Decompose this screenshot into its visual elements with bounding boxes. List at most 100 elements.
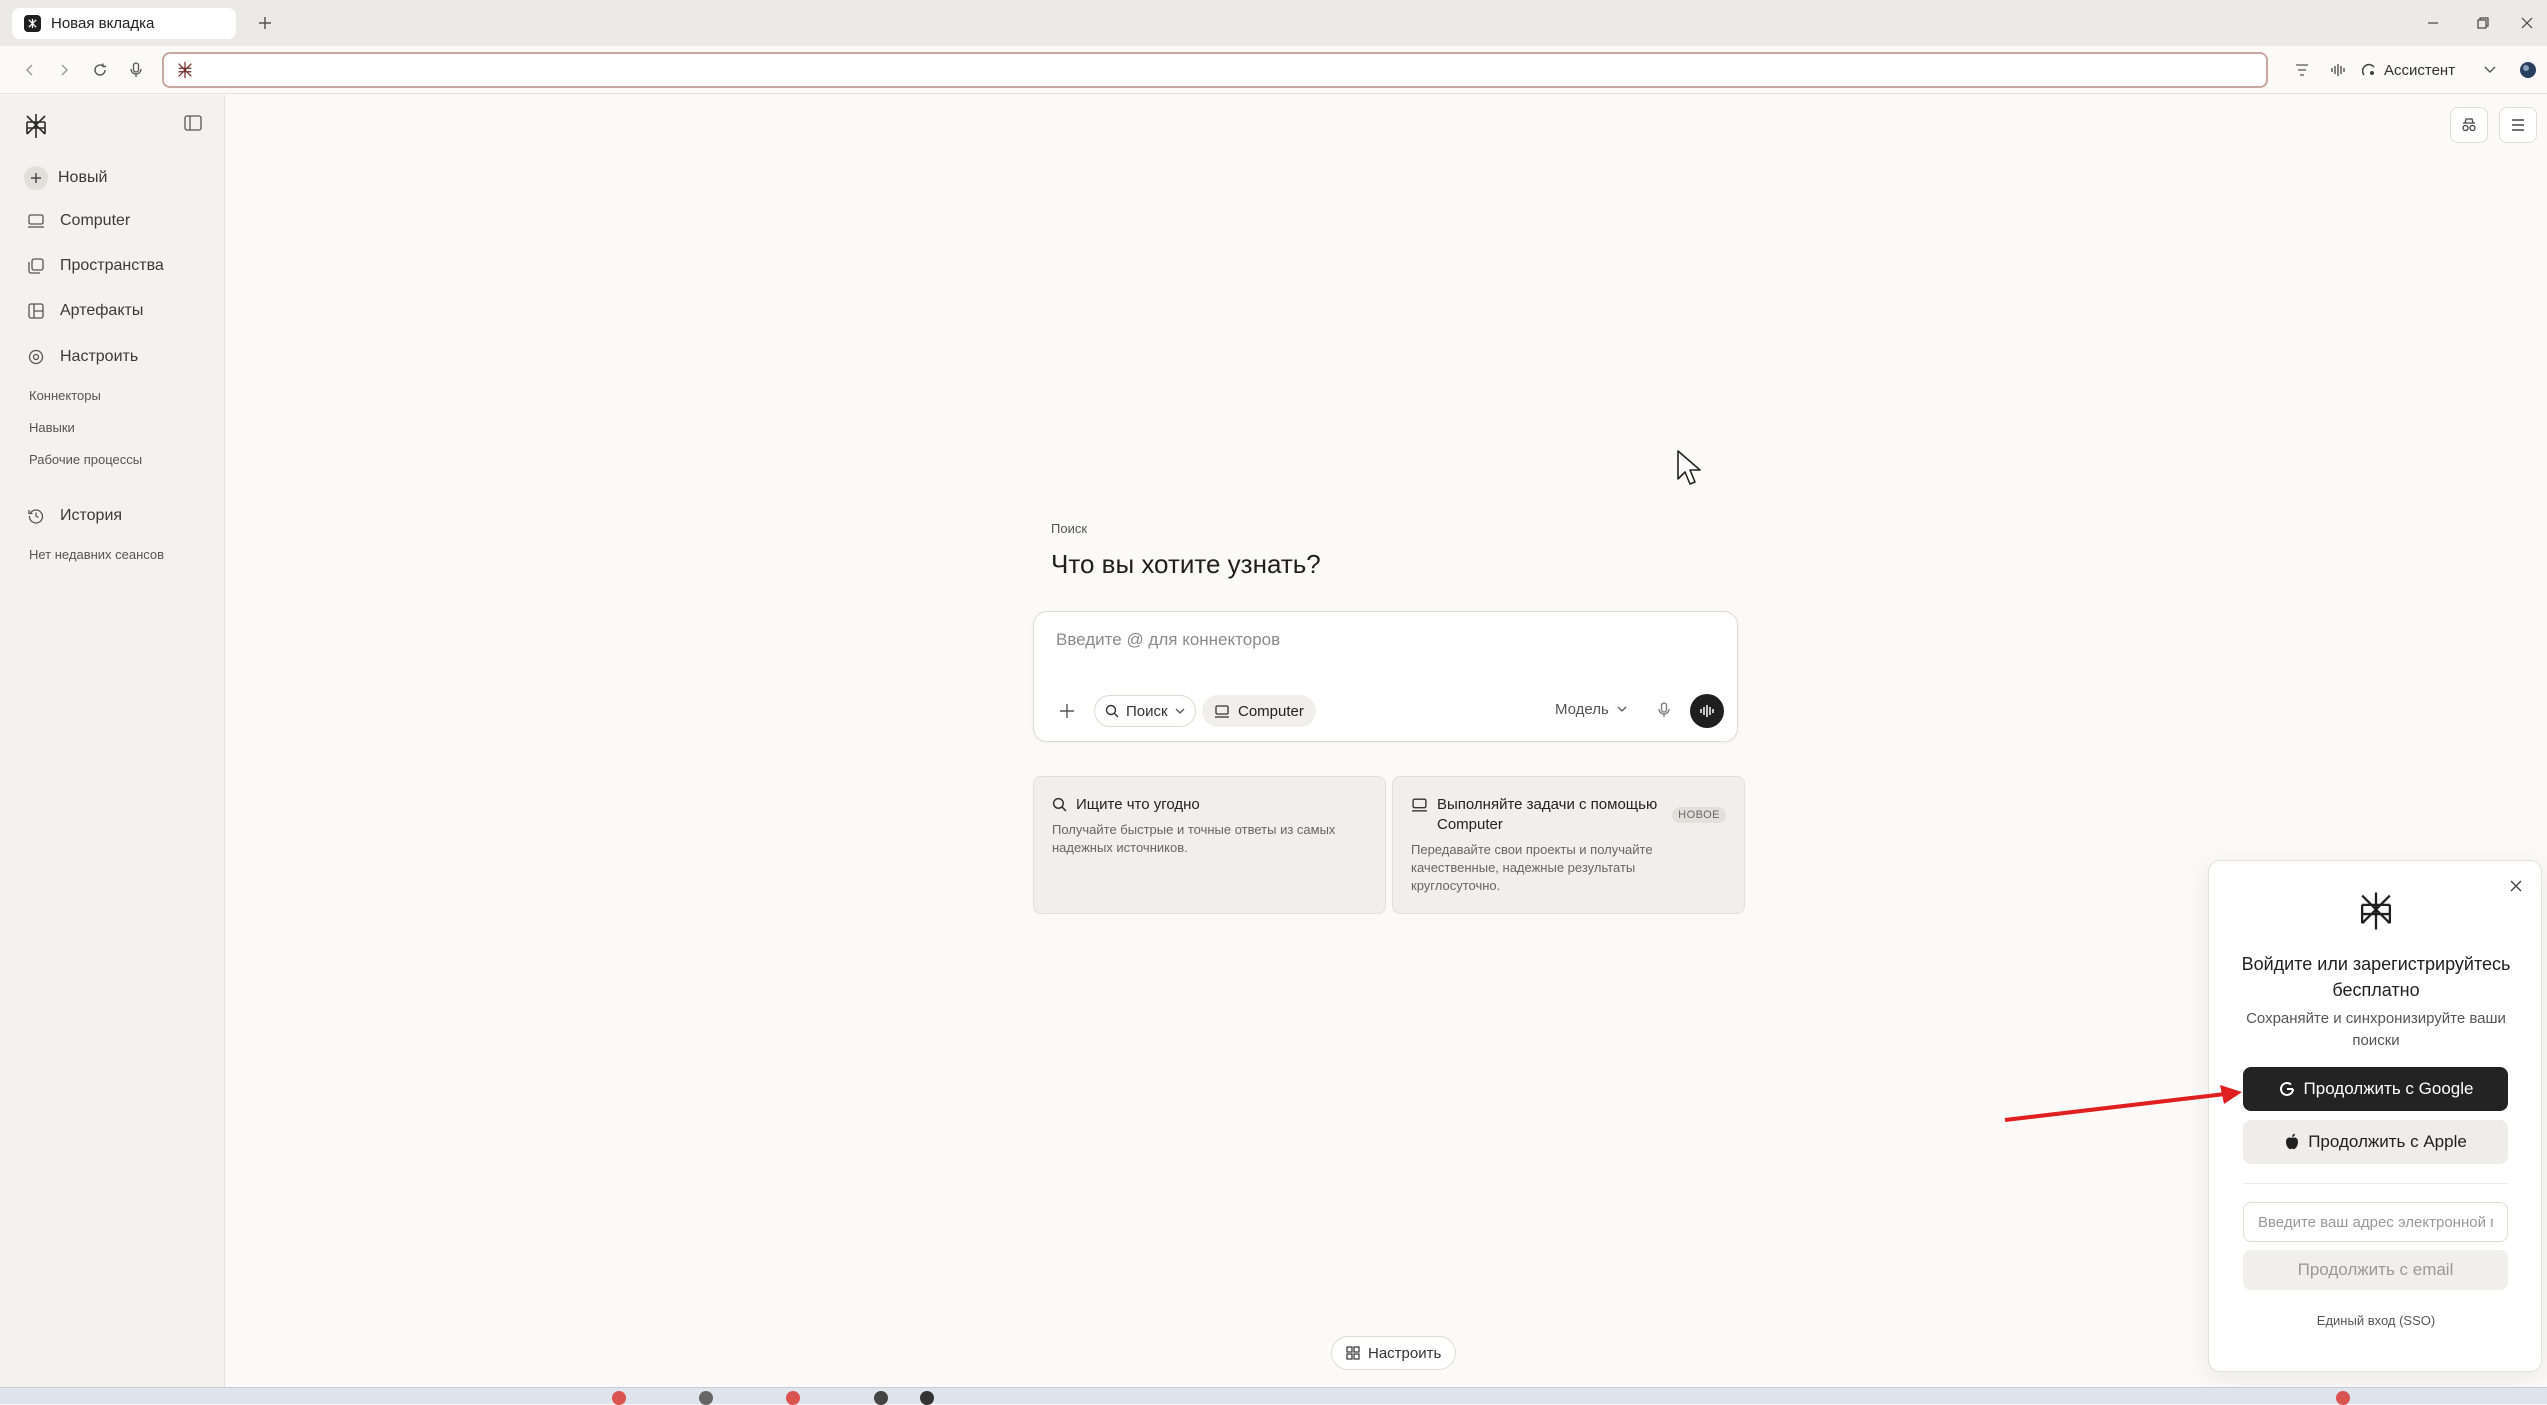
- perplexity-logo-icon[interactable]: [24, 113, 50, 139]
- audio-button[interactable]: [2326, 58, 2350, 82]
- search-mode-dropdown[interactable]: Поиск: [1094, 695, 1196, 727]
- restore-button[interactable]: [2472, 12, 2494, 34]
- minimize-button[interactable]: [2422, 12, 2444, 34]
- plus-icon: [24, 166, 48, 190]
- os-taskbar: [0, 1387, 2547, 1405]
- plus-icon: [259, 17, 271, 29]
- sidebar-subitem-workflows[interactable]: Рабочие процессы: [29, 452, 142, 467]
- grid-icon: [1346, 1346, 1360, 1360]
- google-button-label: Продолжить с Google: [2303, 1079, 2474, 1098]
- sidebar-item-customize[interactable]: Настроить: [26, 347, 138, 367]
- dictation-button[interactable]: [1652, 698, 1676, 722]
- waveform-icon: [1700, 705, 1714, 717]
- model-label: Модель: [1555, 701, 1609, 718]
- chevron-right-icon: [61, 64, 68, 76]
- chevron-down-icon: [1617, 706, 1627, 712]
- back-button[interactable]: [18, 58, 42, 82]
- sidebar-item-label: Computer: [60, 212, 131, 229]
- model-selector[interactable]: Модель: [1555, 701, 1627, 718]
- attach-button[interactable]: [1054, 698, 1080, 724]
- history-empty-text: Нет недавних сеансов: [29, 547, 165, 562]
- computer-chip-label: Computer: [1238, 702, 1304, 720]
- modal-title: Войдите или зарегистрируйтесь бесплатно: [2241, 954, 2511, 1000]
- chevron-down-icon: [2484, 66, 2496, 73]
- sso-link[interactable]: Единый вход (SSO): [2229, 1313, 2523, 1328]
- browser-tab-bar: Новая вкладка: [0, 0, 2547, 46]
- sidebar-subitem-connectors[interactable]: Коннекторы: [29, 388, 101, 403]
- continue-with-apple-button[interactable]: Продолжить с Apple: [2243, 1120, 2508, 1164]
- taskbar-notification-icon[interactable]: [2336, 1391, 2350, 1405]
- sidebar-item-artifacts[interactable]: Артефакты: [26, 301, 143, 321]
- restore-icon: [2477, 17, 2489, 29]
- browser-tab-active[interactable]: Новая вкладка: [12, 8, 236, 39]
- apple-icon: [2286, 1133, 2299, 1150]
- sidebar-item-computer[interactable]: Computer: [26, 211, 130, 231]
- computer-icon: [26, 211, 46, 231]
- assistant-label: Ассистент: [2384, 61, 2456, 79]
- taskbar-app-icon[interactable]: [699, 1391, 713, 1405]
- reload-button[interactable]: [88, 58, 112, 82]
- taskbar-app-icon[interactable]: [874, 1391, 888, 1405]
- computer-icon: [1412, 798, 1427, 812]
- continue-with-email-button[interactable]: Продолжить с email: [2243, 1250, 2508, 1290]
- sidebar-item-label: Пространства: [60, 257, 164, 274]
- microphone-icon: [130, 62, 142, 77]
- close-icon: [2521, 17, 2533, 29]
- profile-globe-icon: [2520, 62, 2536, 78]
- close-icon: [2510, 880, 2522, 892]
- sidebar-item-history[interactable]: История: [26, 506, 122, 526]
- card-title: Выполняйте задачи с помощью Computer: [1437, 796, 1658, 833]
- new-badge: НОВОЕ: [1672, 807, 1726, 823]
- hamburger-icon: [2512, 119, 2524, 131]
- forward-button[interactable]: [52, 58, 76, 82]
- search-icon: [1105, 704, 1119, 718]
- voice-mode-button[interactable]: [1690, 694, 1724, 728]
- customize-pill-button[interactable]: Настроить: [1331, 1336, 1457, 1370]
- chevron-down-icon: [1175, 708, 1185, 714]
- address-input[interactable]: [204, 55, 2266, 85]
- mouse-cursor-icon: [1677, 450, 1701, 485]
- address-bar[interactable]: [162, 52, 2268, 88]
- tab-title: Новая вкладка: [51, 15, 155, 32]
- customize-pill-label: Настроить: [1368, 1344, 1442, 1362]
- perplexity-logo-icon: [178, 61, 192, 79]
- computer-mode-chip[interactable]: Computer: [1202, 695, 1316, 727]
- menu-button[interactable]: [2499, 107, 2537, 143]
- sidebar-item-label: Настроить: [60, 348, 139, 365]
- suggestion-card-search[interactable]: Ищите что угодно Получайте быстрые и точ…: [1033, 776, 1386, 914]
- google-icon: [2279, 1081, 2294, 1096]
- waveform-icon: [2331, 64, 2345, 76]
- suggestion-card-computer[interactable]: Выполняйте задачи с помощью Computer Пер…: [1392, 776, 1745, 914]
- sidebar: Новый Computer Пространства Артефакты На…: [0, 95, 225, 1387]
- search-composer: Поиск Computer Модель: [1033, 611, 1738, 742]
- search-input[interactable]: [1056, 630, 1716, 660]
- modal-close-button[interactable]: [2505, 875, 2527, 897]
- email-field[interactable]: [2243, 1202, 2508, 1242]
- card-description: Передавайте свои проекты и получайте кач…: [1411, 842, 1653, 893]
- sidebar-item-spaces[interactable]: Пространства: [26, 256, 164, 276]
- sidebar-subitem-skills[interactable]: Навыки: [29, 420, 75, 435]
- taskbar-app-icon[interactable]: [786, 1391, 800, 1405]
- sidebar-item-new[interactable]: Новый: [24, 166, 107, 190]
- taskbar-app-icon[interactable]: [920, 1391, 934, 1405]
- list-icon: [2296, 64, 2308, 76]
- artifacts-icon: [26, 301, 46, 321]
- expand-dropdown-button[interactable]: [2478, 58, 2502, 82]
- search-chip-label: Поиск: [1126, 702, 1168, 720]
- page-title: Что вы хотите узнать?: [1051, 549, 1321, 579]
- history-icon: [26, 506, 46, 526]
- apple-button-label: Продолжить с Apple: [2308, 1132, 2467, 1151]
- continue-with-google-button[interactable]: Продолжить с Google: [2243, 1067, 2508, 1111]
- taskbar-app-icon[interactable]: [612, 1391, 626, 1405]
- assistant-button[interactable]: Ассистент: [2362, 56, 2455, 84]
- voice-search-button[interactable]: [124, 58, 148, 82]
- share-button[interactable]: [2450, 107, 2488, 143]
- new-tab-button[interactable]: [252, 10, 278, 36]
- search-icon: [1052, 797, 1067, 812]
- profile-button[interactable]: [2516, 58, 2540, 82]
- incognito-icon: [2462, 118, 2476, 132]
- reader-mode-button[interactable]: [2290, 58, 2314, 82]
- customize-icon: [26, 347, 46, 367]
- close-window-button[interactable]: [2516, 12, 2538, 34]
- collapse-sidebar-button[interactable]: [184, 115, 206, 137]
